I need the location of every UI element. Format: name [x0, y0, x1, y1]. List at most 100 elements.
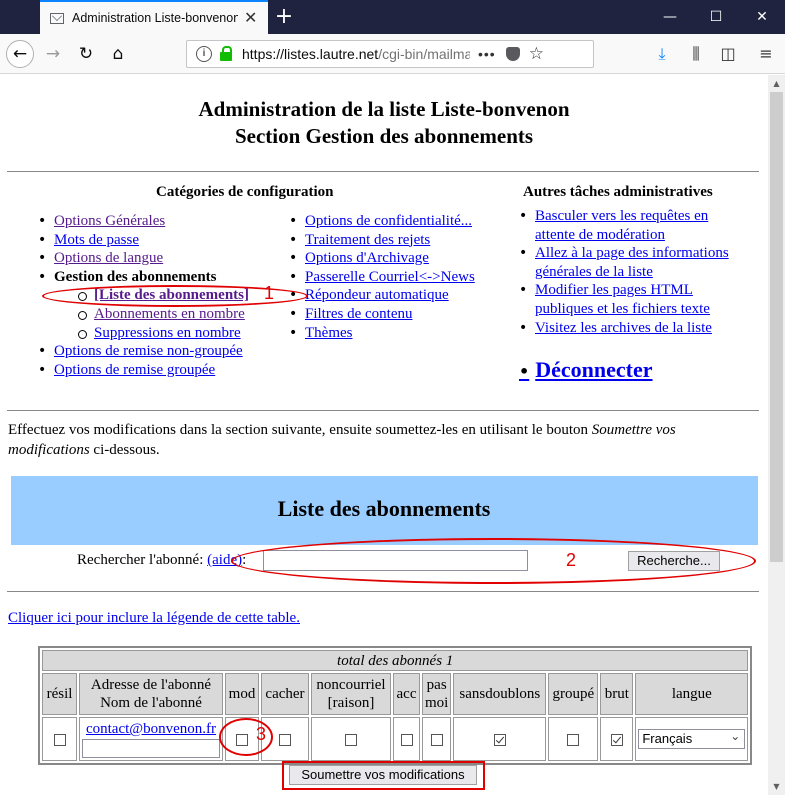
unsub-checkbox[interactable]	[53, 733, 66, 746]
annotation-number-2: 2	[566, 550, 577, 570]
plain-checkbox[interactable]	[610, 733, 623, 746]
category-item: Répondeur automatique	[289, 286, 475, 305]
category-link-autoreply[interactable]: Répondeur automatique	[305, 287, 449, 303]
close-tab-icon[interactable]: ✕	[244, 8, 257, 28]
annotation-number-3: 3	[256, 724, 267, 744]
browser-tab[interactable]: Administration Liste-bonvenon ✕	[40, 0, 268, 34]
categories-title: Catégories de configuration	[156, 184, 334, 200]
info-icon[interactable]: i	[196, 46, 212, 62]
forward-arrow-icon[interactable]: →	[39, 40, 67, 68]
category-link-passwords[interactable]: Mots de passe	[54, 232, 139, 248]
tab-title: Administration Liste-bonvenon	[72, 11, 238, 25]
category-link-general[interactable]: Options Générales	[54, 213, 165, 229]
link-listinfo[interactable]: Allez à la page des informations général…	[535, 245, 729, 280]
link-archives[interactable]: Visitez les archives de la liste	[535, 320, 712, 336]
header-nodupes: sansdoublons	[453, 673, 547, 715]
category-item: Gestion des abonnements	[38, 268, 249, 287]
cell-nodupes	[453, 717, 547, 761]
subcategory-item: Abonnements en nombre	[38, 305, 249, 324]
divider	[7, 171, 759, 172]
close-window-icon[interactable]: ✕	[739, 0, 785, 34]
download-icon[interactable]: ⤓	[648, 40, 676, 68]
menu-icon[interactable]: ≡	[752, 40, 780, 68]
subcategory-item: Suppressions en nombre	[38, 324, 249, 343]
link-moderation-requests[interactable]: Basculer vers les requêtes en attente de…	[535, 208, 708, 243]
lock-icon	[220, 46, 232, 61]
scroll-down-icon[interactable]: ▼	[768, 778, 785, 795]
category-link-content-filter[interactable]: Filtres de contenu	[305, 306, 412, 322]
link-edit-html[interactable]: Modifier les pages HTML publiques et les…	[535, 282, 710, 317]
browser-toolbar: ← → ↻ ⌂ i https://listes.lautre.net/cgi-…	[0, 34, 785, 74]
mail-icon	[50, 12, 64, 24]
category-link-gateway[interactable]: Passerelle Courriel<->News	[305, 269, 475, 285]
reload-icon[interactable]: ↻	[72, 40, 100, 68]
digest-checkbox[interactable]	[567, 733, 580, 746]
header-ack: acc	[393, 673, 420, 715]
header-mod: mod	[225, 673, 259, 715]
cell-plain	[600, 717, 634, 761]
notmetoo-checkbox[interactable]	[430, 733, 443, 746]
category-link-bounce[interactable]: Traitement des rejets	[305, 232, 430, 248]
cell-notmetoo	[422, 717, 452, 761]
total-members: total des abonnés 1	[42, 650, 749, 671]
nodupes-checkbox[interactable]	[493, 733, 506, 746]
maximize-icon[interactable]: ☐	[693, 0, 739, 34]
category-link-digest[interactable]: Options de remise groupée	[54, 362, 215, 378]
header-notmetoo: pas moi	[422, 673, 452, 715]
subcategory-link-mass-remove[interactable]: Suppressions en nombre	[94, 325, 241, 341]
other-task-item: Allez à la page des informations général…	[519, 244, 739, 281]
scroll-up-icon[interactable]: ▲	[768, 75, 785, 92]
category-item: Options de confidentialité...	[289, 212, 475, 231]
member-email-link[interactable]: contact@bonvenon.fr	[86, 721, 216, 737]
library-icon[interactable]: ⫼	[682, 40, 710, 68]
divider	[7, 591, 759, 592]
ack-checkbox[interactable]	[400, 733, 413, 746]
other-task-item: Modifier les pages HTML publiques et les…	[519, 281, 739, 318]
category-item: Filtres de contenu	[289, 305, 475, 324]
category-current-membership: Gestion des abonnements	[54, 268, 217, 285]
sidebar-icon[interactable]: ◫	[714, 40, 742, 68]
back-arrow-icon[interactable]: ←	[6, 40, 34, 68]
other-tasks-title: Autres tâches administratives	[523, 184, 713, 200]
category-link-archive[interactable]: Options d'Archivage	[305, 250, 429, 266]
categories-column-2: Options de confidentialité... Traitement…	[289, 212, 475, 342]
annotation-number-1: 1	[264, 283, 275, 303]
other-task-item: Visitez les archives de la liste	[519, 319, 739, 338]
other-tasks-list: Basculer vers les requêtes en attente de…	[519, 207, 739, 337]
cell-language: Français	[635, 717, 749, 761]
hide-checkbox[interactable]	[279, 733, 291, 746]
page-content: Administration de la liste Liste-bonveno…	[0, 75, 768, 795]
new-tab-button[interactable]: +	[272, 3, 296, 31]
cell-address: contact@bonvenon.fr	[79, 717, 223, 761]
other-task-item: Basculer vers les requêtes en attente de…	[519, 207, 739, 244]
page-title: Administration de la liste Liste-bonveno…	[198, 97, 570, 148]
cell-nomail	[311, 717, 391, 761]
address-bar[interactable]: i https://listes.lautre.net/cgi-bin/mail…	[186, 40, 594, 68]
annotation-box-submit	[282, 761, 485, 790]
category-link-nondigest[interactable]: Options de remise non-groupée	[54, 343, 243, 359]
url-text[interactable]: https://listes.lautre.net/cgi-bin/mailma	[242, 46, 470, 62]
logout-link[interactable]: Déconnecter	[519, 357, 652, 383]
category-link-privacy[interactable]: Options de confidentialité...	[305, 213, 472, 229]
pocket-icon[interactable]	[505, 47, 520, 61]
annotation-ellipse-2	[231, 538, 756, 584]
nomail-checkbox[interactable]	[345, 733, 357, 746]
category-item: Traitement des rejets	[289, 231, 475, 250]
search-label: Rechercher l'abonné: (aide):	[77, 552, 247, 568]
category-link-language[interactable]: Options de langue	[54, 250, 163, 266]
divider	[7, 410, 759, 411]
subcategory-link-mass-subscribe[interactable]: Abonnements en nombre	[94, 306, 245, 322]
member-name-input[interactable]	[82, 739, 220, 758]
legend-link[interactable]: Cliquer ici pour inclure la légende de c…	[8, 610, 300, 627]
category-item: Passerelle Courriel<->News	[289, 268, 475, 287]
language-select[interactable]: Français	[638, 727, 746, 749]
home-icon[interactable]: ⌂	[104, 40, 132, 68]
header-digest: groupé	[548, 673, 599, 715]
category-item: Options de langue	[38, 249, 249, 268]
vertical-scrollbar[interactable]: ▲ ▼	[768, 75, 785, 795]
page-actions-icon[interactable]: •••	[478, 46, 496, 62]
scroll-thumb[interactable]	[770, 92, 783, 562]
bookmark-star-icon[interactable]: ☆	[529, 44, 544, 64]
minimize-icon[interactable]: —	[647, 0, 693, 34]
category-link-topics[interactable]: Thèmes	[305, 325, 352, 341]
